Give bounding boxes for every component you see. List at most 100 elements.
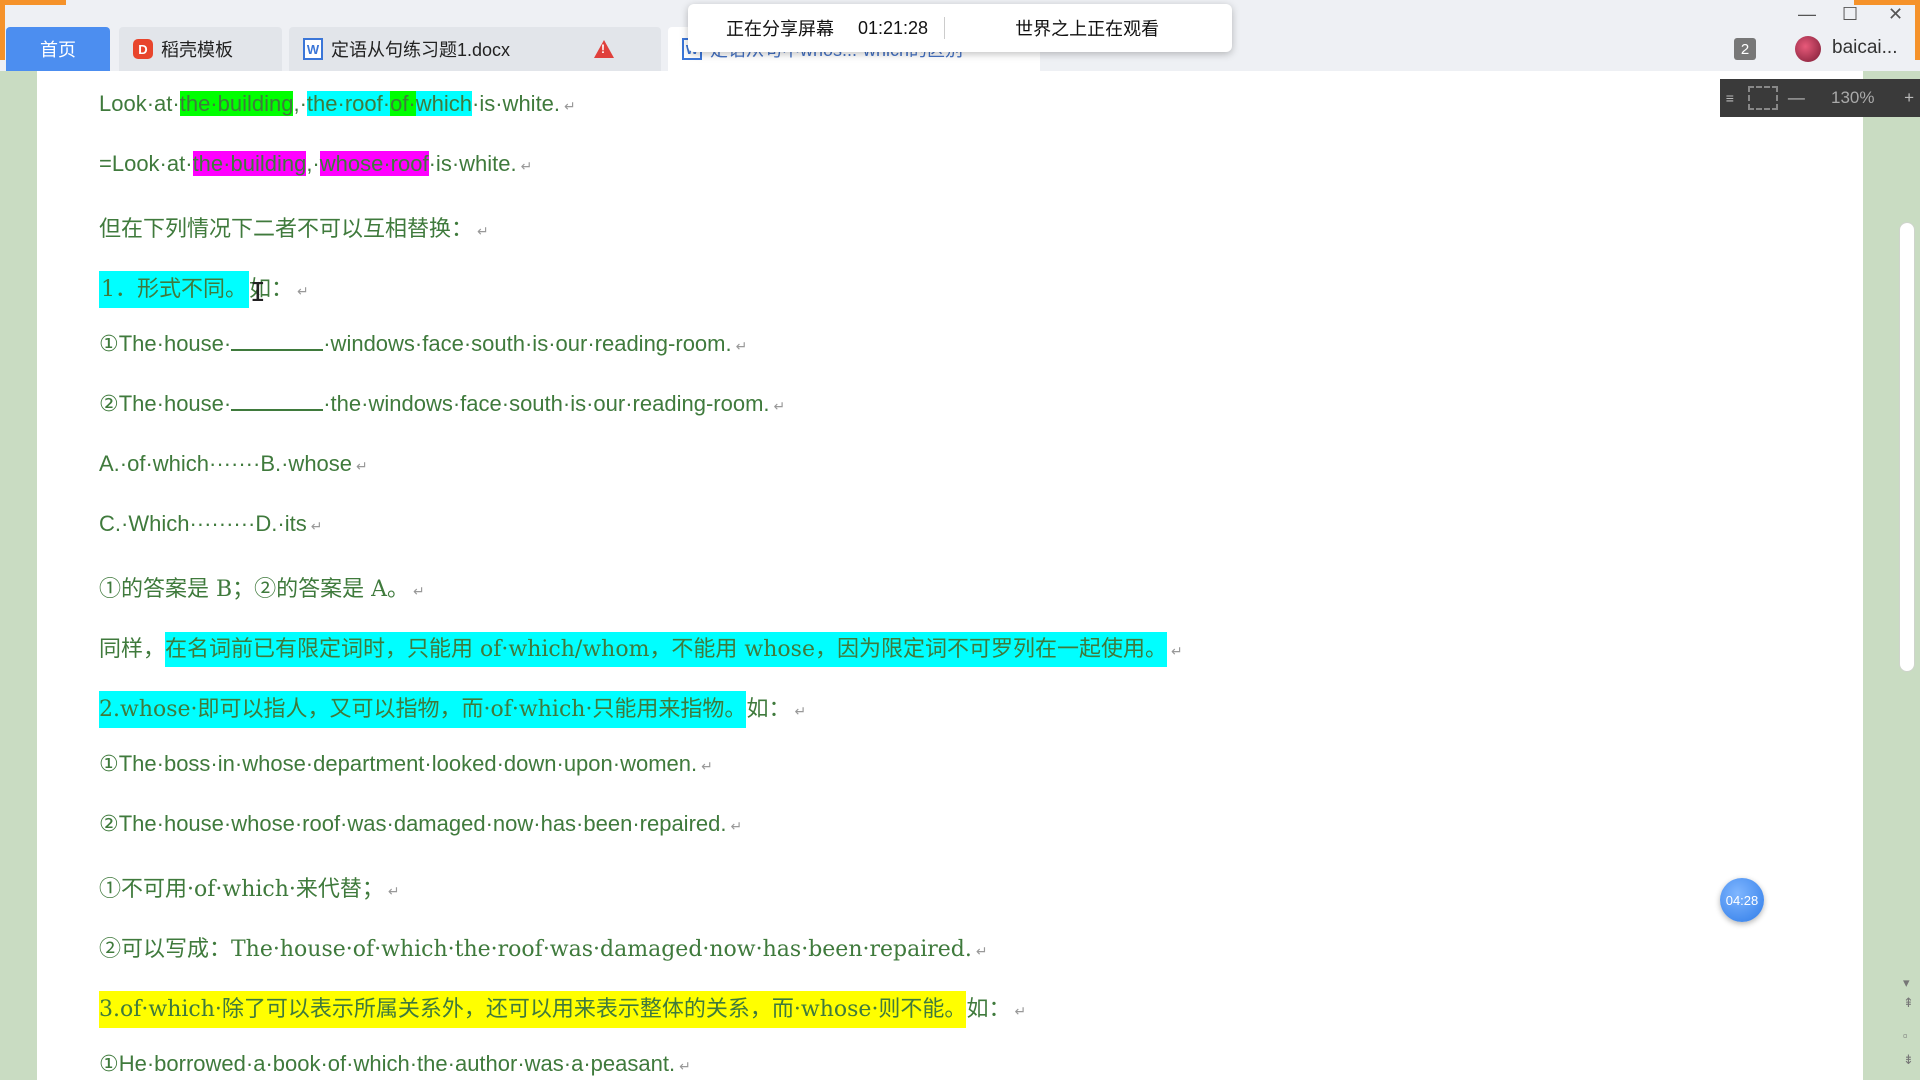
share-timer: 01:21:28	[858, 17, 929, 38]
page-view-icon[interactable]: ▫	[1903, 1028, 1908, 1043]
doc-line-1: Look·at·the·building,·the·roof·of·which·…	[99, 91, 576, 117]
tab-template-label: 稻壳模板	[161, 40, 233, 60]
zoom-in-button[interactable]: +	[1898, 88, 1920, 108]
minimize-button[interactable]: —	[1798, 4, 1816, 25]
window-count-badge[interactable]: 2	[1734, 38, 1756, 60]
doc-line-5: ①The·house· ·windows·face·south·is·our·re…	[99, 331, 747, 357]
answer-blank	[231, 391, 324, 411]
prev-page-icon[interactable]: ⇞	[1903, 995, 1914, 1011]
word-doc-icon: W	[303, 38, 323, 60]
zoom-out-button[interactable]: —	[1786, 88, 1808, 108]
text-run: =Look·at·	[99, 151, 193, 176]
docer-logo-icon: D	[133, 39, 153, 59]
doc-line-3: 但在下列情况下二者不可以互相替换： ↵	[99, 211, 489, 243]
text-run: ①的答案是 B；②的答案是 A。	[99, 577, 410, 602]
paragraph-mark-icon: ↵	[1014, 1003, 1027, 1019]
paragraph-mark-icon: ↵	[310, 518, 323, 534]
vertical-scrollbar[interactable]	[1899, 222, 1915, 672]
floating-timer-button[interactable]: 04:28	[1720, 878, 1764, 922]
text-run: ·is·white.	[472, 91, 561, 116]
doc-line-12: ①The·boss·in·whose·department·looked·dow…	[99, 751, 713, 777]
text-run: A.·of·which·······B.·whose	[99, 451, 353, 476]
paragraph-mark-icon: ↵	[701, 758, 713, 774]
text-run: ,·	[306, 151, 320, 176]
next-page-icon[interactable]: ⇟	[1903, 1052, 1914, 1068]
text-run: ①The·house·	[99, 331, 232, 356]
document-page[interactable]: Look·at·the·building,·the·roof·of·which·…	[37, 71, 1863, 1080]
highlight-cyan: 2.whose·即可以指人，又可以指物，而·of·which·只能用来指物。	[99, 691, 747, 728]
paragraph-mark-icon: ↵	[679, 1058, 691, 1074]
share-status: 正在分享屏幕	[726, 19, 834, 39]
share-frame-corner	[1915, 0, 1920, 60]
highlight-cyan: 在名词前已有限定词时，只能用 of·which/whom，不能用 whose，因…	[165, 632, 1167, 667]
tab-home-label: 首页	[40, 40, 76, 60]
text-run: ②可以写成：The·house·of·which·the·roof·was·da…	[99, 937, 972, 962]
divider	[944, 17, 946, 39]
text-run: ②The·house·	[99, 391, 232, 416]
zoom-toolbar: ≡ — 130% +	[1720, 79, 1920, 117]
warning-icon	[594, 40, 614, 58]
text-run: ·windows·face·south·is·our·reading-room.	[323, 331, 732, 356]
doc-line-16: 3.of·which·除了可以表示所属关系外，还可以用来表示整体的关系，而·wh…	[99, 991, 1027, 1028]
paragraph-mark-icon: ↵	[773, 398, 786, 414]
fit-page-icon[interactable]	[1747, 86, 1778, 110]
text-run: ①He·borrowed·a·book·of·which·the·author·…	[99, 1051, 676, 1076]
paragraph-mark-icon: ↵	[356, 458, 368, 474]
paragraph-mark-icon: ↵	[735, 338, 748, 354]
text-run: 但在下列情况下二者不可以互相替换：	[99, 217, 474, 242]
close-button[interactable]: ✕	[1888, 4, 1903, 25]
highlight-magenta: the·building	[192, 151, 307, 176]
paragraph-mark-icon: ↵	[794, 703, 807, 719]
zoom-level[interactable]: 130%	[1807, 88, 1898, 108]
doc-line-17: ①He·borrowed·a·book·of·which·the·author·…	[99, 1051, 691, 1077]
doc-line-15: ②可以写成：The·house·of·which·the·roof·was·da…	[99, 931, 988, 963]
text-run: 如：	[966, 997, 1011, 1022]
paragraph-mark-icon: ↵	[564, 98, 576, 114]
paragraph-mark-icon: ↵	[477, 223, 489, 239]
highlight-cyan: the·roof·	[306, 91, 391, 116]
paragraph-mark-icon: ↵	[387, 883, 400, 899]
text-run: ·is·white.	[428, 151, 517, 176]
text-cursor-icon: I	[250, 278, 266, 308]
doc-line-9: ①的答案是 B；②的答案是 A。 ↵	[99, 571, 425, 603]
share-frame-corner	[0, 0, 66, 5]
answer-blank	[231, 331, 324, 351]
menu-icon[interactable]: ≡	[1720, 90, 1740, 106]
paragraph-mark-icon: ↵	[413, 583, 425, 599]
highlight-yellow: 3.of·which·除了可以表示所属关系外，还可以用来表示整体的关系，而·wh…	[99, 991, 967, 1028]
doc-line-14: ①不可用·of·which·来代替； ↵	[99, 871, 400, 903]
paragraph-mark-icon: ↵	[975, 943, 988, 959]
highlight-magenta: whose·roof	[319, 151, 429, 176]
tab-home[interactable]: 首页	[6, 27, 110, 71]
maximize-button[interactable]: ☐	[1842, 4, 1858, 25]
text-run: ①The·boss·in·whose·department·looked·dow…	[99, 751, 698, 776]
doc-line-7: A.·of·which·······B.·whose ↵	[99, 451, 368, 477]
text-run: ·the·windows·face·south·is·our·reading-r…	[323, 391, 770, 416]
text-run: ,·	[293, 91, 307, 116]
highlight-cyan: 1．形式不同。	[99, 271, 249, 308]
doc-line-11: 2.whose·即可以指人，又可以指物，而·of·which·只能用来指物。如：…	[99, 691, 807, 728]
tab-doc1-label: 定语从句练习题1.docx	[331, 40, 511, 60]
doc-line-10: 同样，在名词前已有限定词时，只能用 of·which/whom，不能用 whos…	[99, 631, 1183, 667]
username[interactable]: baicai...	[1832, 37, 1897, 59]
viewer-status: 世界之上正在观看	[1015, 19, 1160, 39]
highlight-green: the·building	[179, 91, 294, 116]
highlight-cyan: which	[415, 91, 473, 116]
scroll-down-icon[interactable]: ▾	[1903, 975, 1910, 991]
doc-line-4: 1．形式不同。如： ↵	[99, 271, 309, 308]
tab-template[interactable]: D 稻壳模板	[119, 27, 282, 71]
text-run: 如：	[746, 697, 791, 722]
left-margin	[0, 71, 37, 1080]
share-frame-corner	[0, 0, 5, 60]
highlight-green: of·	[390, 91, 416, 116]
text-run: ②The·house·whose·roof·was·damaged·now·ha…	[99, 811, 727, 836]
doc-line-8: C.·Which·········D.·its ↵	[99, 511, 322, 537]
text-run: 同样，	[99, 637, 166, 662]
text-run: ①不可用·of·which·来代替；	[99, 877, 384, 902]
doc-line-6: ②The·house· ·the·windows·face·south·is·ou…	[99, 391, 785, 417]
paragraph-mark-icon: ↵	[1171, 643, 1183, 659]
doc-line-2: =Look·at·the·building,·whose·roof·is·whi…	[99, 151, 532, 177]
avatar[interactable]	[1795, 36, 1821, 62]
share-frame-corner	[1854, 0, 1920, 5]
paragraph-mark-icon: ↵	[520, 158, 533, 174]
